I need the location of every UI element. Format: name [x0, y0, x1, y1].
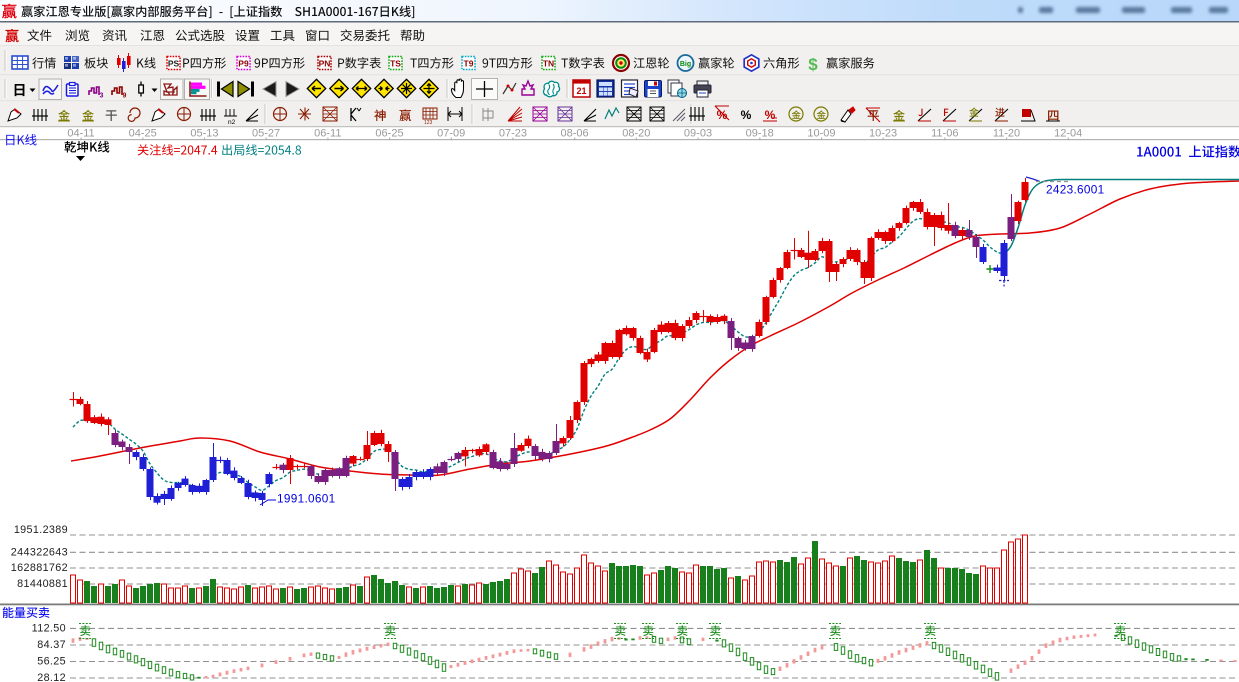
svg-text:28.12: 28.12 — [37, 672, 66, 682]
svg-text:21: 21 — [576, 86, 586, 96]
svg-text:%: % — [717, 108, 728, 122]
svg-text:1951.2389: 1951.2389 — [14, 524, 68, 536]
svg-text:n2: n2 — [228, 119, 236, 126]
svg-text:%: % — [765, 108, 776, 122]
svg-text:PN: PN — [319, 59, 331, 69]
svg-text:1991.0601: 1991.0601 — [277, 492, 335, 506]
svg-text:Big: Big — [680, 61, 691, 68]
svg-text:$: $ — [808, 55, 818, 74]
svg-text:P9: P9 — [238, 59, 249, 69]
svg-text:3: 3 — [100, 93, 104, 100]
svg-text:81440881: 81440881 — [17, 578, 68, 590]
svg-text:9: 9 — [123, 93, 127, 100]
svg-text:TN: TN — [543, 59, 554, 69]
svg-text:TS: TS — [390, 59, 401, 69]
svg-text:T9: T9 — [464, 59, 474, 69]
svg-text:%: % — [741, 108, 752, 122]
svg-text:84.37: 84.37 — [37, 639, 66, 651]
svg-text:2423.6001: 2423.6001 — [1046, 183, 1104, 197]
svg-text:56.25: 56.25 — [37, 656, 66, 668]
svg-text:123: 123 — [424, 120, 433, 126]
svg-text:PS: PS — [168, 59, 180, 69]
svg-text:162881762: 162881762 — [11, 562, 68, 574]
svg-text:112.50: 112.50 — [32, 622, 66, 634]
svg-text:244322643: 244322643 — [11, 546, 68, 558]
